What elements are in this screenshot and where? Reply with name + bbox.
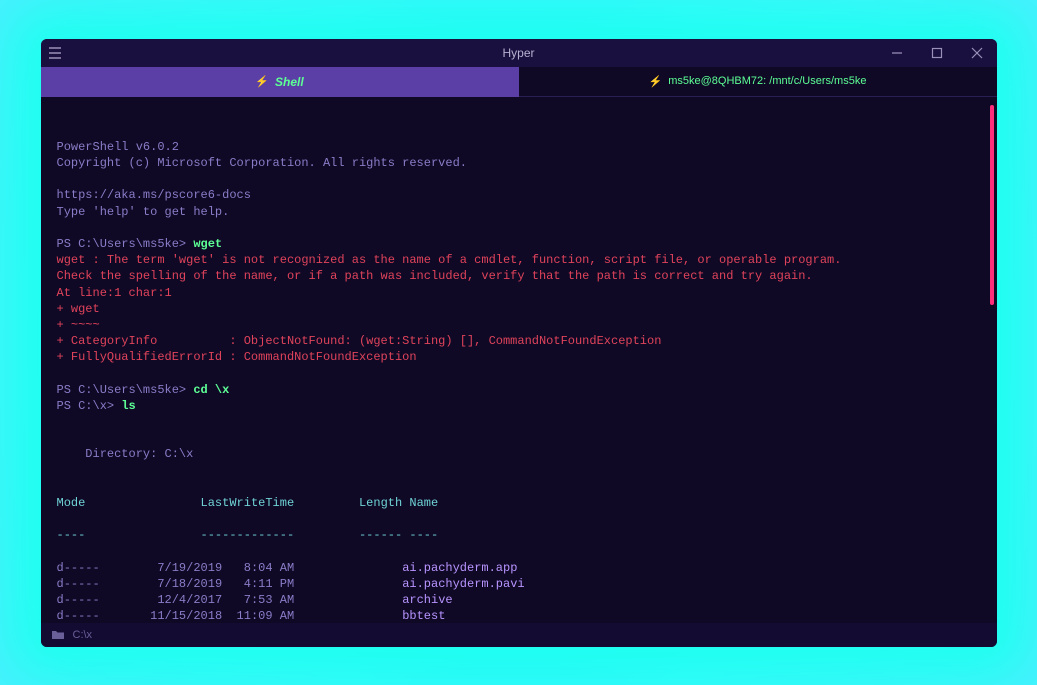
table-row: d----- 7/19/2019 8:04 AM ai.pachyderm.ap… bbox=[57, 560, 981, 576]
error-line: + FullyQualifiedErrorId : CommandNotFoun… bbox=[57, 350, 417, 364]
column-dashes: ---- ------------- ------ ---- bbox=[57, 527, 981, 543]
bolt-icon: ⚡ bbox=[649, 75, 663, 88]
table-row: d----- 7/18/2019 4:11 PM ai.pachyderm.pa… bbox=[57, 576, 981, 592]
error-line: Check the spelling of the name, or if a … bbox=[57, 269, 813, 283]
tabbar: ⚡ Shell ⚡ ms5ke@8QHBM72: /mnt/c/Users/ms… bbox=[41, 67, 997, 97]
prompt: PS C:\Users\ms5ke> bbox=[57, 237, 194, 251]
terminal-window: Hyper ⚡ Shell ⚡ ms5ke@8QHBM72: /mnt bbox=[41, 39, 997, 647]
maximize-button[interactable] bbox=[917, 39, 957, 67]
listing-rows: d----- 7/19/2019 8:04 AM ai.pachyderm.ap… bbox=[57, 560, 981, 623]
error-line: + ~~~~ bbox=[57, 318, 100, 332]
directory-header: Directory: C:\x bbox=[57, 447, 194, 461]
column-headers: Mode LastWriteTime Length Name bbox=[57, 495, 981, 511]
prompt: PS C:\x> bbox=[57, 399, 122, 413]
help-line: Type 'help' to get help. bbox=[57, 205, 230, 219]
command: ls bbox=[121, 399, 135, 413]
titlebar: Hyper bbox=[41, 39, 997, 67]
tab-label: Shell bbox=[275, 75, 304, 89]
tab-wsl[interactable]: ⚡ ms5ke@8QHBM72: /mnt/c/Users/ms5ke bbox=[519, 67, 997, 97]
folder-icon bbox=[51, 629, 65, 640]
error-line: + CategoryInfo : ObjectNotFound: (wget:S… bbox=[57, 334, 662, 348]
scrollbar[interactable] bbox=[990, 105, 994, 583]
table-row: d----- 11/15/2018 11:09 AM bbtest bbox=[57, 608, 981, 622]
table-row: d----- 12/4/2017 7:53 AM archive bbox=[57, 592, 981, 608]
scrollbar-thumb[interactable] bbox=[990, 105, 994, 305]
command: wget bbox=[193, 237, 222, 251]
window-title: Hyper bbox=[41, 46, 997, 60]
status-path: C:\x bbox=[73, 629, 93, 641]
banner-line: PowerShell v6.0.2 bbox=[57, 140, 179, 154]
error-line: + wget bbox=[57, 302, 100, 316]
bolt-icon: ⚡ bbox=[255, 75, 269, 88]
tab-shell[interactable]: ⚡ Shell bbox=[41, 67, 519, 97]
terminal-output[interactable]: PowerShell v6.0.2 Copyright (c) Microsof… bbox=[41, 97, 997, 623]
tab-label: ms5ke@8QHBM72: /mnt/c/Users/ms5ke bbox=[668, 75, 866, 87]
statusbar: C:\x bbox=[41, 623, 997, 647]
error-line: At line:1 char:1 bbox=[57, 286, 172, 300]
banner-line: Copyright (c) Microsoft Corporation. All… bbox=[57, 156, 467, 170]
prompt: PS C:\Users\ms5ke> bbox=[57, 383, 194, 397]
docs-link: https://aka.ms/pscore6-docs bbox=[57, 188, 251, 202]
minimize-button[interactable] bbox=[877, 39, 917, 67]
command: cd \x bbox=[193, 383, 229, 397]
error-line: wget : The term 'wget' is not recognized… bbox=[57, 253, 842, 267]
hamburger-menu-icon[interactable] bbox=[41, 39, 69, 67]
close-button[interactable] bbox=[957, 39, 997, 67]
